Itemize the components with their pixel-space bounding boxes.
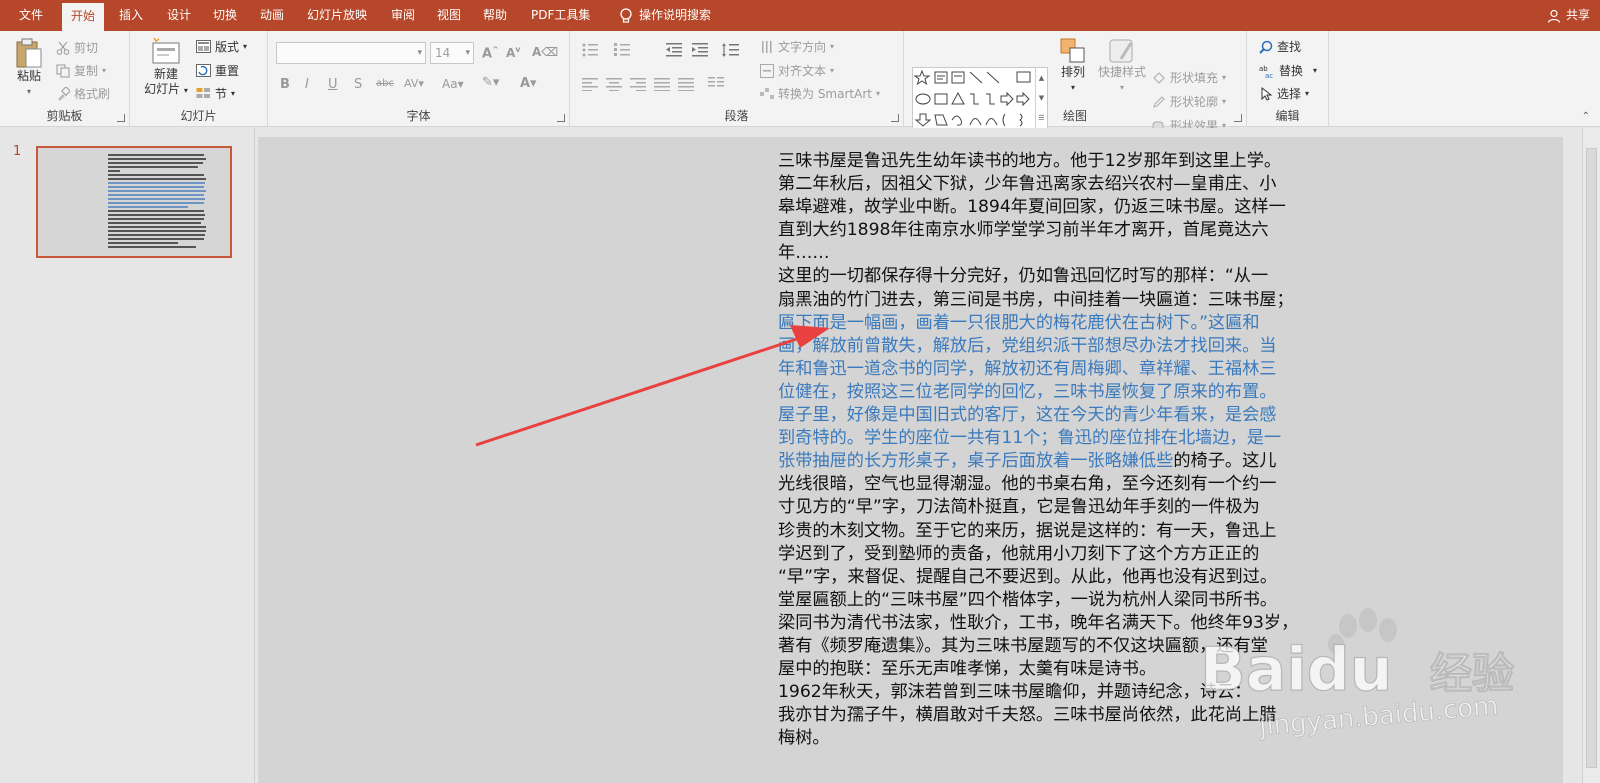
vertical-scrollbar[interactable]	[1582, 128, 1600, 783]
baidu-logo: Baidu 经验 jingyan.baidu.com	[1199, 608, 1515, 742]
watermark-brand: Baidu	[1200, 635, 1392, 705]
arrow-shaft	[475, 336, 801, 447]
arrow-head	[790, 325, 830, 348]
baidu-watermark: Baidu 经验 jingyan.baidu.com	[1199, 600, 1570, 770]
scrollbar-thumb[interactable]	[1586, 148, 1597, 768]
watermark-cn: 经验	[1430, 649, 1514, 698]
